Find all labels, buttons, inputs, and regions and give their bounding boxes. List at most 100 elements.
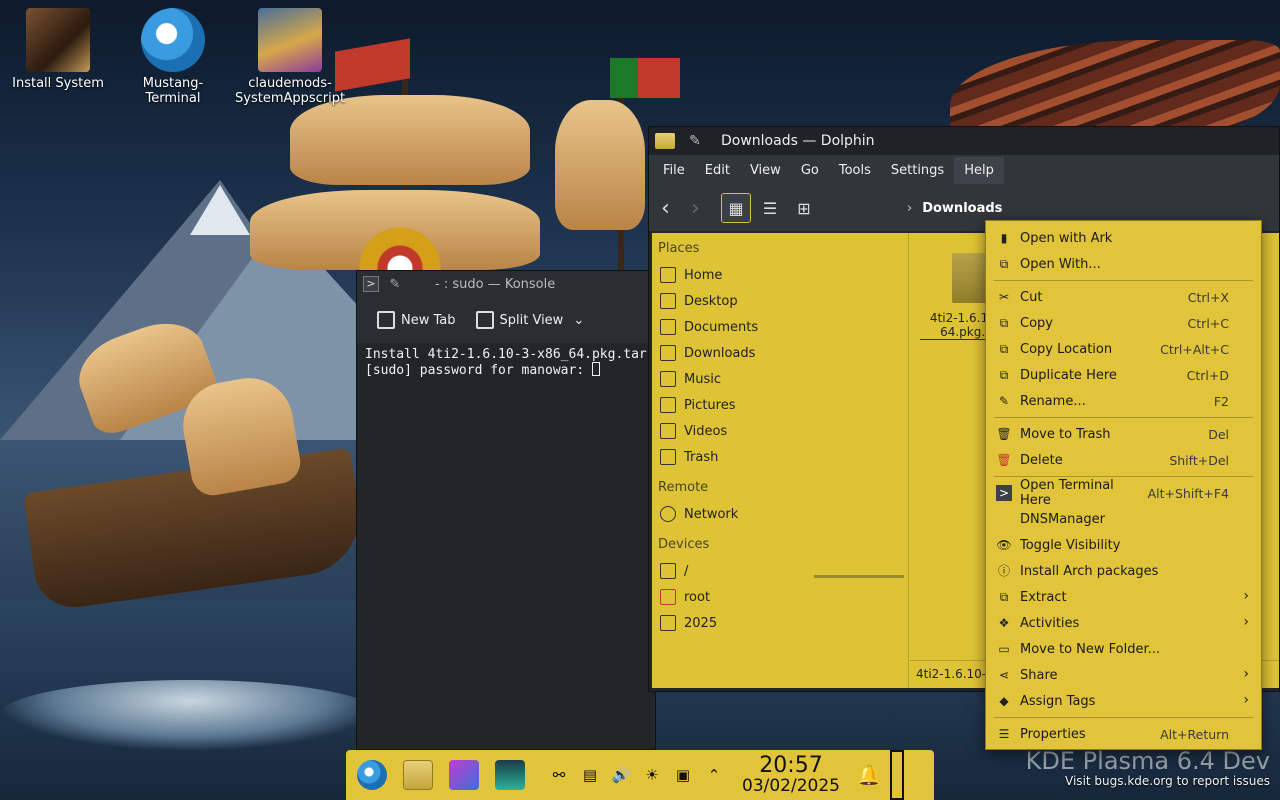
new-tab-button[interactable]: New Tab <box>377 311 456 329</box>
place-downloads[interactable]: Downloads <box>652 340 908 366</box>
details-view-button[interactable]: ⊞ <box>789 193 819 223</box>
share-icon: ⋖ <box>998 668 1010 682</box>
menu-item-copy[interactable]: ⧉ Copy Ctrl+C <box>986 310 1261 336</box>
menu-bar: File Edit View Go Tools Settings Help <box>649 155 1279 185</box>
menu-help[interactable]: Help <box>954 156 1004 184</box>
menu-edit[interactable]: Edit <box>695 157 740 184</box>
desktop-icon-claudemods[interactable]: claudemods- SystemAppscript <box>235 8 345 106</box>
place-desktop[interactable]: Desktop <box>652 288 908 314</box>
place-network[interactable]: Network <box>652 501 908 527</box>
kde-watermark: KDE Plasma 6.4 Dev Visit bugs.kde.org to… <box>970 748 1270 788</box>
back-icon[interactable]: ‹ <box>661 196 685 221</box>
menu-separator <box>994 476 1253 477</box>
menu-go[interactable]: Go <box>791 157 829 184</box>
notifications-icon[interactable]: 🔔 <box>854 763 884 787</box>
menu-separator <box>994 717 1253 718</box>
wallpaper-snow <box>190 185 250 235</box>
taskbar-app-launcher[interactable] <box>352 755 392 795</box>
new-tab-icon <box>377 311 395 329</box>
clock[interactable]: 20:57 03/02/2025 <box>738 755 844 796</box>
taskbar-app-dolphin[interactable] <box>398 755 438 795</box>
clipboard-icon[interactable]: ▤ <box>579 764 601 786</box>
chevron-up-icon[interactable]: ⌃ <box>703 764 725 786</box>
wallpaper-sail <box>555 100 645 230</box>
menu-item-open-terminal-here[interactable]: > Open Terminal Here Alt+Shift+F4 <box>986 478 1261 508</box>
menu-item-activities[interactable]: ❖ Activities › <box>986 610 1261 636</box>
clock-date: 03/02/2025 <box>742 776 840 796</box>
menu-file[interactable]: File <box>653 157 695 184</box>
terminal-output[interactable]: Install 4ti2-1.6.10-3-x86_64.pkg.tar [sud… <box>357 343 655 382</box>
menu-tools[interactable]: Tools <box>829 157 881 184</box>
taskbar-app-konsole[interactable] <box>444 755 484 795</box>
terminal-icon: > <box>996 485 1012 501</box>
breadcrumb-current[interactable]: Downloads <box>922 201 1002 216</box>
wallpaper-wave <box>0 680 380 750</box>
breadcrumb[interactable]: › Downloads <box>907 201 1002 216</box>
remote-heading: Remote <box>658 480 709 495</box>
network-tray-icon[interactable]: ⚯ <box>548 764 570 786</box>
list-icon: ☰ <box>762 198 778 218</box>
device-2025[interactable]: 2025 <box>652 610 908 636</box>
window-title: - : sudo — Konsole <box>435 276 556 292</box>
place-music[interactable]: Music <box>652 366 908 392</box>
menu-item-dnsmanager[interactable]: DNSManager <box>986 506 1261 532</box>
wallpaper-flag <box>335 38 410 92</box>
menu-item-open-with[interactable]: ⧉ Open With... <box>986 251 1261 277</box>
chevron-right-icon: › <box>1243 614 1249 630</box>
wallpaper-sail <box>290 95 530 185</box>
menu-item-move-to-new-folder[interactable]: ▭ Move to New Folder... <box>986 636 1261 662</box>
menu-settings[interactable]: Settings <box>881 157 954 184</box>
drive-icon <box>660 589 676 605</box>
device-root[interactable]: root <box>652 584 908 610</box>
menu-item-extract[interactable]: ⧉ Extract › <box>986 584 1261 610</box>
menu-item-duplicate-here[interactable]: ⧉ Duplicate Here Ctrl+D <box>986 362 1261 388</box>
activities-icon: ❖ <box>998 616 1010 630</box>
chevron-down-icon[interactable]: ⌄ <box>573 313 584 328</box>
forward-icon[interactable]: › <box>691 196 715 221</box>
menu-item-move-to-trash[interactable]: 🗑 Move to Trash Del <box>986 421 1261 447</box>
konsole-window[interactable]: > ✎ - : sudo — Konsole New Tab Split Vie… <box>356 270 656 750</box>
menu-item-rename[interactable]: ✎ Rename... F2 <box>986 388 1261 414</box>
display-icon[interactable]: ▣ <box>672 764 694 786</box>
pin-icon[interactable]: ✎ <box>689 133 705 149</box>
konsole-titlebar[interactable]: > ✎ - : sudo — Konsole <box>357 271 655 297</box>
desktop-icon-mustang-terminal[interactable]: Mustang- Terminal <box>118 8 228 106</box>
desktop-icon-install-system[interactable]: Install System <box>3 8 113 91</box>
desktop-icon-label: claudemods- SystemAppscript <box>235 76 346 106</box>
compact-view-button[interactable]: ☰ <box>755 193 785 223</box>
place-trash[interactable]: Trash <box>652 444 908 470</box>
menu-item-copy-location[interactable]: ⧉ Copy Location Ctrl+Alt+C <box>986 336 1261 362</box>
volume-icon[interactable]: 🔊 <box>610 764 632 786</box>
mustang-terminal-icon <box>141 8 205 72</box>
place-pictures[interactable]: Pictures <box>652 392 908 418</box>
brightness-icon[interactable]: ☀ <box>641 764 663 786</box>
menu-item-share[interactable]: ⋖ Share › <box>986 662 1261 688</box>
menu-view[interactable]: View <box>740 157 791 184</box>
terminal-line: Install 4ti2-1.6.10-3-x86_64.pkg.tar <box>365 347 647 362</box>
place-home[interactable]: Home <box>652 262 908 288</box>
menu-item-assign-tags[interactable]: ◆ Assign Tags › <box>986 688 1261 714</box>
icons-view-button[interactable]: ▦ <box>721 193 751 223</box>
place-documents[interactable]: Documents <box>652 314 908 340</box>
menu-item-toggle-visibility[interactable]: 👁 Toggle Visibility <box>986 532 1261 558</box>
pin-icon[interactable]: ✎ <box>387 277 403 292</box>
devices-heading: Devices <box>658 537 710 552</box>
desktop-icon-label: Install System <box>12 76 104 91</box>
dolphin-titlebar[interactable]: ✎ Downloads — Dolphin <box>649 127 1279 155</box>
new-tab-label: New Tab <box>401 312 456 328</box>
konsole-toolbar: New Tab Split View ⌄ <box>357 297 655 343</box>
menu-item-install-arch-packages[interactable]: ⓘ Install Arch packages <box>986 558 1261 584</box>
taskbar-app-system-monitor[interactable] <box>490 755 530 795</box>
device-root-fs[interactable]: / <box>652 558 908 584</box>
place-videos[interactable]: Videos <box>652 418 908 444</box>
show-desktop-button[interactable] <box>890 750 904 800</box>
menu-item-cut[interactable]: ✂ Cut Ctrl+X <box>986 284 1261 310</box>
dnsmanager-icon <box>996 511 1012 527</box>
grid-icon: ▦ <box>728 198 744 218</box>
menu-item-open-with-ark[interactable]: ▮ Open with Ark <box>986 225 1261 251</box>
menu-item-delete[interactable]: 🗑 Delete Shift+Del <box>986 447 1261 473</box>
system-tray: ⚯ ▤ 🔊 ☀ ▣ ⌃ <box>548 764 734 786</box>
videos-icon <box>660 423 676 439</box>
menu-item-properties[interactable]: ☰ Properties Alt+Return <box>986 721 1261 747</box>
split-view-button[interactable]: Split View ⌄ <box>475 311 584 329</box>
